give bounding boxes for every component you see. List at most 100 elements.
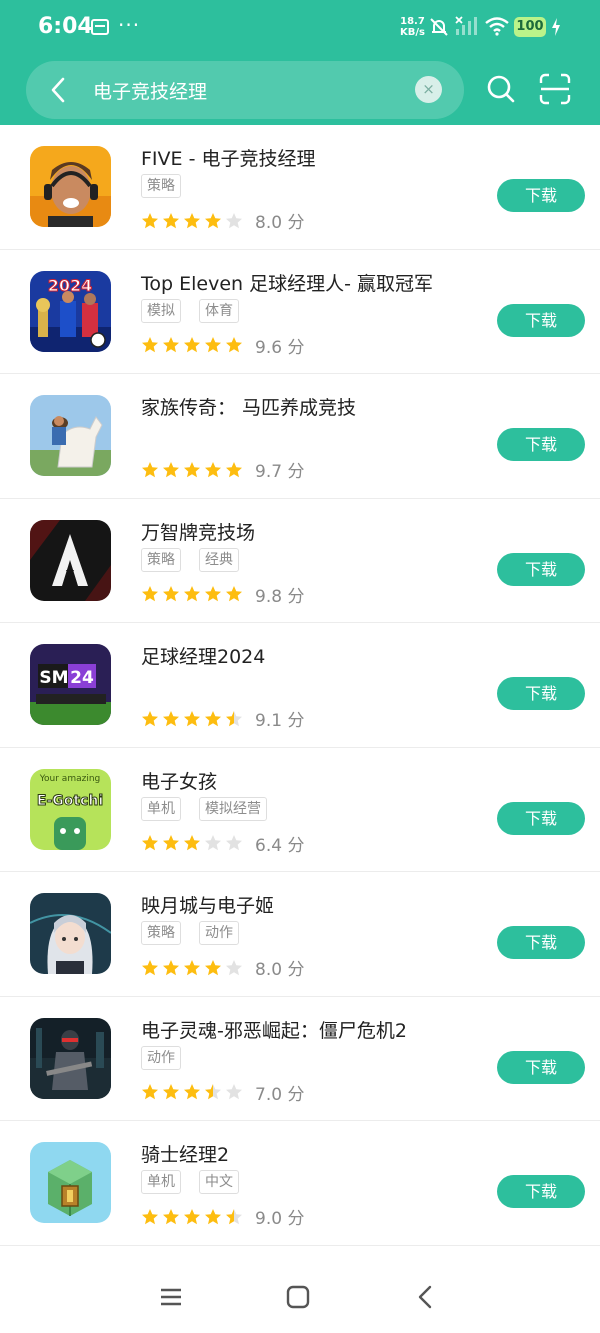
- signal-icon: [455, 16, 477, 35]
- rating-score: 9.8 分: [255, 586, 305, 607]
- list-item[interactable]: 万智牌竞技场 策略 经典 9.8 分 下载: [0, 499, 600, 623]
- star-full-icon: [163, 1084, 179, 1100]
- rating-stars: [141, 834, 243, 852]
- star-full-icon: [184, 835, 200, 851]
- app-name[interactable]: 万智牌竞技场: [141, 518, 255, 545]
- app-icon-moon-city[interactable]: [30, 893, 111, 974]
- star-full-icon: [184, 337, 200, 353]
- search-icon[interactable]: [484, 72, 518, 106]
- star-full-icon: [163, 461, 179, 477]
- rating-stars: [141, 585, 243, 603]
- app-tag: 策略: [141, 921, 181, 945]
- star-empty-icon: [226, 835, 242, 851]
- app-icon-e-girl[interactable]: Your amazing E-Gotchi: [30, 768, 111, 850]
- app-name[interactable]: Top Eleven 足球经理人- 赢取冠军: [141, 269, 433, 296]
- download-button[interactable]: 下载: [497, 428, 585, 461]
- scan-icon[interactable]: [538, 72, 572, 106]
- wifi-icon: [485, 17, 509, 36]
- app-tag: 策略: [141, 547, 181, 572]
- app-name[interactable]: FIVE - 电子竞技经理: [141, 144, 315, 171]
- download-button[interactable]: 下载: [497, 1050, 585, 1084]
- star-full-icon: [142, 212, 158, 228]
- app-icon-e-soul[interactable]: [30, 1017, 111, 1099]
- wallet-notification-icon: [91, 19, 109, 35]
- star-full-icon: [184, 586, 200, 602]
- star-empty-icon: [226, 212, 242, 228]
- app-rating: 7.0 分: [141, 1080, 304, 1105]
- app-icon-five[interactable]: [30, 146, 111, 227]
- star-full-icon: [142, 710, 158, 726]
- star-full-icon: [184, 959, 200, 975]
- star-empty-icon: [226, 1084, 242, 1100]
- app-rating: 8.0 分: [141, 208, 304, 233]
- star-full-icon: [142, 337, 158, 353]
- star-full-icon: [205, 710, 221, 726]
- list-item[interactable]: 2024 Top Eleven 足球经理人- 赢取冠军 模拟 体育 9.6 分 …: [0, 250, 600, 374]
- search-input[interactable]: 电子竞技经理: [93, 77, 207, 104]
- battery-indicator: 100: [514, 17, 546, 37]
- star-full-icon: [226, 337, 242, 353]
- download-button[interactable]: 下载: [497, 801, 585, 835]
- app-icon-knights-manager[interactable]: [30, 1142, 111, 1223]
- list-item[interactable]: FIVE - 电子竞技经理 策略 8.0 分 下载: [0, 125, 600, 250]
- app-icon-mtg-arena[interactable]: [30, 519, 111, 601]
- list-item[interactable]: Your amazing E-Gotchi 电子女孩 单机 模拟经营 6.4 分…: [0, 748, 600, 872]
- status-time: 6:04: [38, 14, 93, 39]
- charging-icon: [552, 18, 560, 36]
- app-tags: 策略 经典: [141, 547, 239, 572]
- star-full-icon: [163, 1208, 179, 1224]
- app-name[interactable]: 家族传奇： 马匹养成竞技: [141, 393, 356, 420]
- download-button[interactable]: 下载: [497, 179, 585, 212]
- download-button[interactable]: 下载: [497, 303, 585, 337]
- star-half-icon: [205, 1084, 221, 1100]
- app-rating: 9.8 分: [141, 582, 304, 607]
- rating-score: 9.0 分: [255, 1209, 305, 1229]
- app-icon-top-eleven[interactable]: 2024: [30, 270, 111, 352]
- menu-icon[interactable]: [157, 1284, 185, 1310]
- star-full-icon: [184, 1208, 200, 1224]
- app-rating: 9.1 分: [141, 706, 304, 731]
- app-name[interactable]: 骑士经理2: [141, 1140, 229, 1167]
- list-item[interactable]: 家族传奇： 马匹养成竞技 9.7 分 下载: [0, 374, 600, 499]
- app-name[interactable]: 电子女孩: [141, 767, 217, 794]
- search-bar: 电子竞技经理 ×: [26, 61, 464, 119]
- list-item[interactable]: SM 24 足球经理2024 9.1 分 下载: [0, 623, 600, 748]
- back-arrow-icon[interactable]: [44, 74, 74, 106]
- list-item[interactable]: 映月城与电子姬 策略 动作 8.0 分 下载: [0, 872, 600, 997]
- star-full-icon: [163, 337, 179, 353]
- download-button[interactable]: 下载: [497, 552, 585, 586]
- rating-stars: [141, 710, 243, 728]
- app-rating: 6.4 分: [141, 831, 304, 856]
- download-button[interactable]: 下载: [497, 677, 585, 710]
- app-icon-rival-stars[interactable]: [30, 395, 111, 476]
- star-full-icon: [142, 835, 158, 851]
- app-name[interactable]: 电子灵魂-邪恶崛起：僵尸危机2: [141, 1016, 407, 1043]
- app-tags: 动作: [141, 1045, 181, 1070]
- app-rating: 8.0 分: [141, 955, 304, 980]
- app-icon-soccer-manager[interactable]: SM 24: [30, 644, 111, 725]
- star-empty-icon: [205, 835, 221, 851]
- network-speed-unit: KB/s: [400, 27, 425, 38]
- rating-score: 8.0 分: [255, 213, 305, 233]
- back-icon[interactable]: [412, 1284, 440, 1310]
- app-name[interactable]: 足球经理2024: [141, 642, 265, 669]
- star-full-icon: [226, 461, 242, 477]
- star-full-icon: [184, 710, 200, 726]
- rating-score: 6.4 分: [255, 835, 305, 856]
- app-rating: 9.6 分: [141, 333, 304, 358]
- download-button[interactable]: 下载: [497, 1175, 585, 1208]
- rating-score: 8.0 分: [255, 960, 305, 980]
- icon-text-sm: SM: [39, 668, 68, 688]
- app-tag: 模拟经营: [199, 796, 267, 821]
- home-icon[interactable]: [284, 1284, 312, 1310]
- icon-text-title: E-Gotchi: [37, 793, 103, 809]
- clear-search-icon[interactable]: ×: [415, 76, 442, 103]
- rating-score: 9.1 分: [255, 711, 305, 731]
- star-full-icon: [184, 1084, 200, 1100]
- app-name[interactable]: 映月城与电子姬: [141, 891, 274, 918]
- rating-score: 7.0 分: [255, 1084, 305, 1105]
- app-tag: 动作: [199, 921, 239, 945]
- list-item[interactable]: 电子灵魂-邪恶崛起：僵尸危机2 动作 7.0 分 下载: [0, 997, 600, 1121]
- list-item[interactable]: 骑士经理2 单机 中文 9.0 分 下载: [0, 1121, 600, 1246]
- download-button[interactable]: 下载: [497, 926, 585, 959]
